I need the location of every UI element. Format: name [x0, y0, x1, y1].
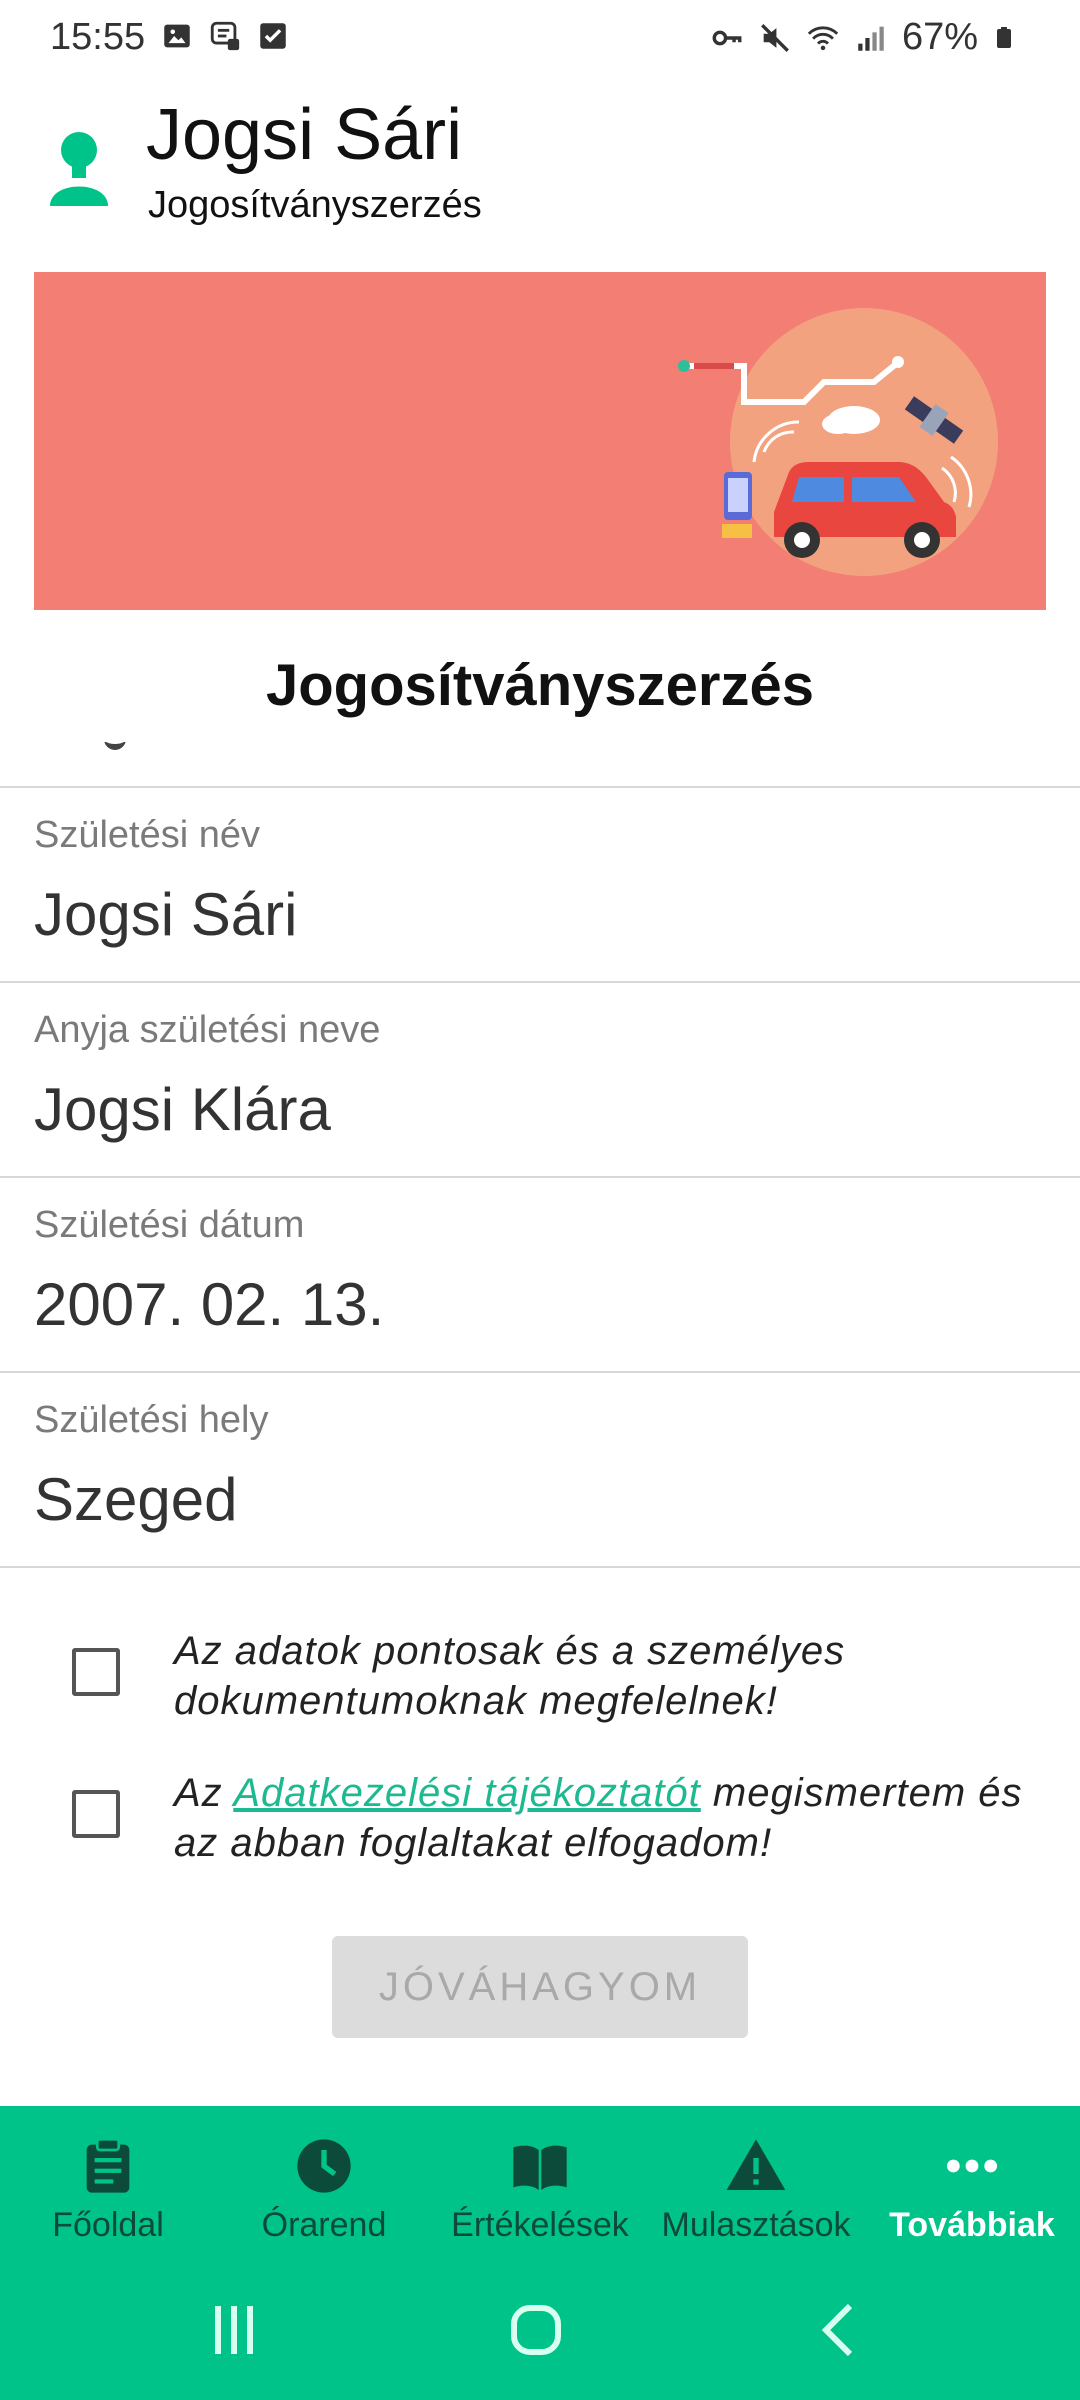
battery-icon	[997, 26, 1011, 48]
privacy-checkbox[interactable]	[72, 1790, 120, 1838]
nav-item-more[interactable]: Továbbiak	[864, 2106, 1080, 2286]
privacy-text: Az Adatkezelési tájékoztatót megismertem…	[174, 1768, 1034, 1868]
clock-icon	[297, 2139, 351, 2193]
status-time: 15:55	[50, 16, 146, 58]
status-right-icons: 67%	[710, 16, 1016, 59]
home-icon[interactable]	[496, 2290, 576, 2370]
accuracy-text: Az adatok pontosak és a személyes dokume…	[174, 1629, 846, 1723]
personal-data-list: Születési név Jogsi Sári Anyja születési…	[0, 742, 1080, 1568]
form-row-mother-name: Anyja születési neve Jogsi Klára	[0, 983, 1080, 1178]
user-name: Jogsi Sári	[146, 95, 463, 175]
app-header: Jogsi Sári Jogosítványszerzés	[0, 80, 1080, 250]
nav-item-timetable[interactable]: Órarend	[216, 2106, 432, 2286]
user-avatar-icon[interactable]	[44, 128, 114, 206]
wifi-icon	[807, 25, 839, 50]
privacy-confirmation: Az Adatkezelési tájékoztatót megismertem…	[0, 1768, 1080, 1878]
battery-percent: 67%	[901, 16, 978, 58]
user-subtitle: Jogosítványszerzés	[148, 184, 482, 226]
signal-icon	[858, 26, 884, 51]
banner-illustration	[34, 272, 1046, 610]
form-value: Jogsi Klára	[34, 1076, 331, 1143]
warning-icon	[726, 2139, 786, 2190]
nav-label: Főoldal	[52, 2206, 164, 2244]
form-row-birth-date: Születési dátum 2007. 02. 13.	[0, 1178, 1080, 1373]
privacy-policy-link[interactable]: Adatkezelési tájékoztatót	[233, 1771, 700, 1815]
form-label: Születési név	[34, 814, 261, 856]
form-label: Születési hely	[34, 1399, 269, 1441]
gallery-icon	[164, 24, 190, 48]
form-value: Szeged	[34, 1466, 238, 1533]
system-navigation	[0, 2270, 1080, 2400]
nav-label: Értékelések	[451, 2206, 629, 2244]
nav-label: Mulasztások	[661, 2206, 851, 2244]
accuracy-confirmation: Az adatok pontosak és a személyes dokume…	[0, 1626, 1080, 1736]
more-icon	[946, 2159, 998, 2173]
section-title: Jogosítványszerzés	[265, 653, 815, 718]
form-value: 2007. 02. 13.	[34, 1271, 385, 1338]
message-icon	[210, 21, 240, 51]
privacy-text-prefix: Az	[174, 1771, 234, 1815]
nav-label: Órarend	[261, 2206, 387, 2244]
status-left-icons	[160, 18, 290, 54]
book-icon	[513, 2145, 567, 2190]
form-row-birth-place: Születési hely Szeged	[0, 1373, 1080, 1568]
check-box-icon	[260, 23, 286, 49]
form-row-birth-name: Születési név Jogsi Sári	[0, 788, 1080, 983]
nav-item-absences[interactable]: Mulasztások	[648, 2106, 864, 2286]
car-illustration	[678, 308, 998, 576]
form-value: Jogsi Sári	[34, 881, 298, 948]
scrolled-row-remnant	[0, 742, 1080, 788]
nav-item-home[interactable]: Főoldal	[0, 2106, 216, 2286]
recents-icon[interactable]	[194, 2290, 274, 2370]
accuracy-checkbox[interactable]	[72, 1648, 120, 1696]
mute-icon	[760, 23, 789, 52]
status-bar: 15:55 67%	[0, 0, 1080, 76]
nav-label: Továbbiak	[889, 2206, 1055, 2244]
nav-item-grades[interactable]: Értékelések	[432, 2106, 648, 2286]
approve-button[interactable]: JÓVÁHAGYOM	[332, 1936, 748, 2038]
form-label: Születési dátum	[34, 1204, 305, 1246]
back-icon[interactable]	[800, 2290, 880, 2370]
key-icon	[712, 30, 742, 45]
clipboard-icon	[86, 2138, 130, 2193]
form-label: Anyja születési neve	[34, 1009, 381, 1051]
